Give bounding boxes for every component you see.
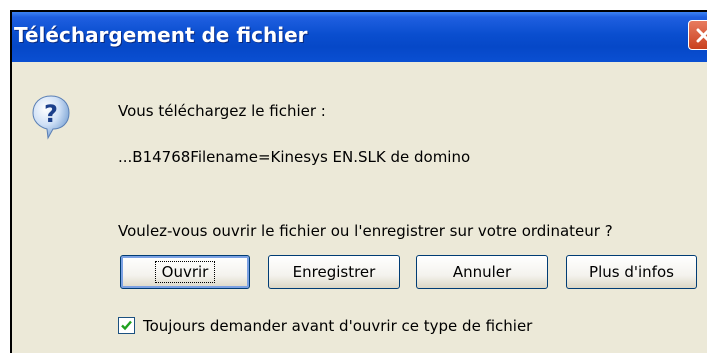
- open-button[interactable]: Ouvrir: [120, 255, 250, 289]
- question-icon: ?: [32, 95, 70, 140]
- more-info-button[interactable]: Plus d'infos: [566, 255, 697, 289]
- file-name: ...B14768Filename=Kinesys EN.SLK de domi…: [118, 148, 471, 166]
- close-icon: [696, 28, 707, 43]
- download-label: Vous téléchargez le fichier :: [118, 102, 326, 120]
- always-ask-label[interactable]: Toujours demander avant d'ouvrir ce type…: [143, 317, 532, 335]
- checkmark-icon: [121, 320, 132, 331]
- svg-text:?: ?: [44, 100, 58, 128]
- title-bar[interactable]: Téléchargement de fichier: [12, 12, 707, 62]
- dialog-window: Téléchargement de fichier ? Vous télécha…: [10, 10, 707, 353]
- always-ask-checkbox[interactable]: [118, 317, 135, 334]
- more-info-button-label: Plus d'infos: [589, 263, 674, 281]
- dialog-title: Téléchargement de fichier: [14, 23, 308, 47]
- open-button-label: Ouvrir: [154, 261, 216, 283]
- save-button[interactable]: Enregistrer: [268, 255, 400, 289]
- save-button-label: Enregistrer: [292, 263, 376, 281]
- cancel-button-label: Annuler: [452, 263, 512, 281]
- dialog-body: ? Vous téléchargez le fichier : ...B1476…: [12, 62, 707, 353]
- close-button[interactable]: [688, 20, 707, 50]
- cancel-button[interactable]: Annuler: [416, 255, 548, 289]
- prompt-text: Voulez-vous ouvrir le fichier ou l'enreg…: [118, 222, 613, 240]
